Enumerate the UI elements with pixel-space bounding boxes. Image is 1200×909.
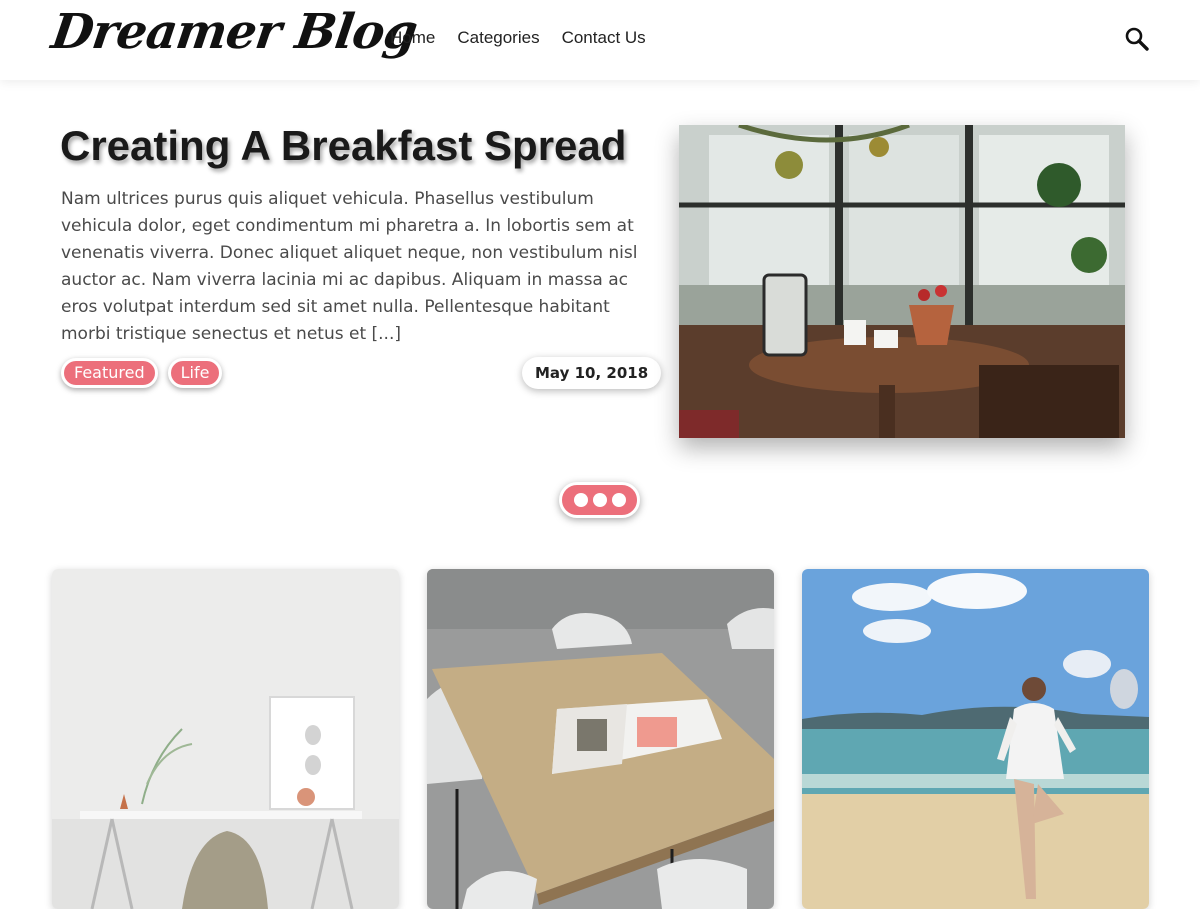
featured-post-title[interactable]: Creating A Breakfast Spread [60, 122, 626, 170]
site-logo[interactable]: Dreamer Blog [48, 4, 420, 60]
slider-dot-3[interactable] [611, 493, 626, 507]
search-icon[interactable] [1124, 26, 1150, 52]
post-card-2-image[interactable] [427, 569, 774, 909]
featured-post-excerpt: Nam ultrices purus quis aliquet vehicula… [61, 189, 638, 344]
slider-dot-2[interactable] [592, 493, 607, 507]
featured-post-tags: Featured Life [61, 358, 223, 388]
tag-featured[interactable]: Featured [61, 358, 158, 388]
post-card-1-image[interactable] [52, 569, 399, 909]
featured-post-date: May 10, 2018 [522, 357, 662, 389]
main-nav: Home Categories Contact Us [390, 28, 646, 48]
nav-categories-link[interactable]: Categories [457, 28, 539, 48]
site-header: Dreamer Blog Home Categories Contact Us [0, 0, 1200, 80]
featured-post-image[interactable] [679, 125, 1125, 438]
post-card-3-image[interactable] [802, 569, 1149, 909]
nav-home-link[interactable]: Home [390, 28, 435, 48]
nav-contact-link[interactable]: Contact Us [562, 28, 646, 48]
tag-life[interactable]: Life [167, 358, 223, 388]
slider-pagination [559, 482, 640, 518]
slider-dot-1[interactable] [573, 493, 588, 507]
